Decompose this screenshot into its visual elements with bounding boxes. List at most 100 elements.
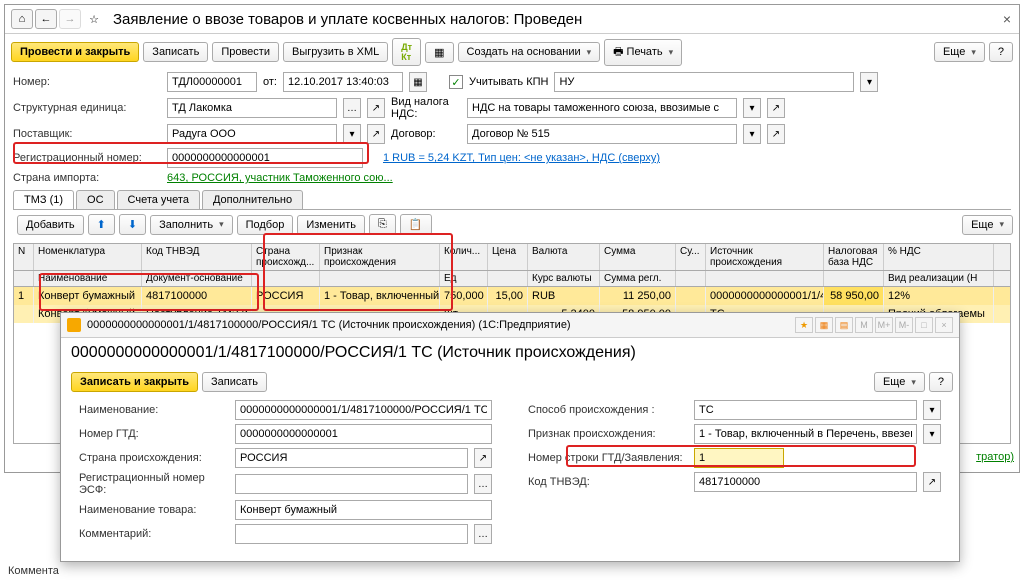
tab-additional[interactable]: Дополнительно (202, 190, 303, 209)
d-feature-input[interactable] (694, 424, 917, 444)
reg-input[interactable] (167, 148, 363, 168)
dialog-write-close[interactable]: Записать и закрыть (71, 372, 198, 392)
m-icon[interactable]: M (855, 317, 873, 333)
col-qty[interactable]: Колич... (440, 244, 488, 270)
close-button[interactable]: × (1003, 11, 1011, 27)
kpn-dropdown[interactable]: ▾ (860, 72, 878, 92)
org-open[interactable]: ↗ (367, 98, 385, 118)
back-button[interactable]: ← (35, 9, 57, 29)
date-input[interactable] (283, 72, 403, 92)
col-taxbase[interactable]: Налоговая база НДС (824, 244, 884, 270)
fav-icon[interactable]: ★ (795, 317, 813, 333)
col-nomen[interactable]: Номенклатура (34, 244, 142, 270)
kpn-input[interactable] (554, 72, 854, 92)
number-input[interactable] (167, 72, 257, 92)
home-button[interactable]: ⌂ (11, 9, 33, 29)
calc-icon[interactable]: ▤ (835, 317, 853, 333)
col-currency[interactable]: Валюта (528, 244, 600, 270)
dialog-write[interactable]: Записать (202, 372, 267, 392)
dtkt-button[interactable]: ДтКт (392, 38, 421, 66)
edit-button[interactable]: Изменить (297, 215, 365, 235)
vat-open[interactable]: ↗ (767, 98, 785, 118)
move-down-button[interactable]: ⬇ (119, 214, 146, 235)
copy-button[interactable]: ⎘ (369, 214, 396, 235)
table-row[interactable]: 1 Конверт бумажный 4817100000 РОССИЯ 1 -… (14, 287, 1010, 305)
d-name-input[interactable] (235, 400, 492, 420)
kpn-checkbox[interactable]: ✓ (449, 75, 463, 89)
add-row-button[interactable]: Добавить (17, 215, 84, 235)
contract-open[interactable]: ↗ (767, 124, 785, 144)
col-ed[interactable]: Ед (440, 271, 488, 286)
d-feature-drop[interactable]: ▾ (923, 424, 941, 444)
d-tnved-input[interactable] (694, 472, 917, 492)
dialog-close[interactable]: × (935, 317, 953, 333)
col-doc[interactable]: Документ-основание (142, 271, 252, 286)
d-gtd-input[interactable] (235, 424, 492, 444)
dialog-help[interactable]: ? (929, 372, 953, 392)
tab-os[interactable]: ОС (76, 190, 115, 209)
d-feature-label: Признак происхождения: (528, 428, 688, 440)
help-button[interactable]: ? (989, 42, 1013, 62)
paste-button[interactable]: 📋 (400, 214, 432, 235)
forward-button[interactable]: → (59, 9, 81, 29)
d-comment-select[interactable]: … (474, 524, 492, 544)
post-button[interactable]: Провести (212, 42, 279, 62)
col-sumreg[interactable]: Сумма регл. (600, 271, 676, 286)
move-up-button[interactable]: ⬆ (88, 214, 115, 235)
export-xml-button[interactable]: Выгрузить в XML (283, 42, 388, 62)
tab-tmz[interactable]: ТМЗ (1) (13, 190, 74, 209)
d-comment-input[interactable] (235, 524, 468, 544)
user-link[interactable]: тратор) (976, 451, 1014, 463)
col-saletype[interactable]: Вид реализации (Н (884, 271, 994, 286)
d-method-drop[interactable]: ▾ (923, 400, 941, 420)
d-method-input[interactable] (694, 400, 917, 420)
create-based-button[interactable]: Создать на основании (458, 42, 601, 62)
col-country[interactable]: Страна происхожд... (252, 244, 320, 270)
tool-icon[interactable]: ▦ (815, 317, 833, 333)
d-goods-input[interactable] (235, 500, 492, 520)
d-line-input[interactable] (694, 448, 784, 468)
mminus-icon[interactable]: M- (895, 317, 913, 333)
dialog-more[interactable]: Еще (874, 372, 925, 392)
write-button[interactable]: Записать (143, 42, 208, 62)
col-rate[interactable]: Курс валюты (528, 271, 600, 286)
contract-dropdown[interactable]: ▾ (743, 124, 761, 144)
d-esf-input[interactable] (235, 474, 468, 494)
d-country-input[interactable] (235, 448, 468, 468)
col-name2[interactable]: Наименование (34, 271, 142, 286)
report-button[interactable]: ▦ (425, 42, 453, 63)
import-country-link[interactable]: 643, РОССИЯ, участник Таможенного сою... (167, 172, 393, 184)
col-price[interactable]: Цена (488, 244, 528, 270)
col-n[interactable]: N (14, 244, 34, 270)
favorite-button[interactable]: ☆ (83, 9, 105, 29)
contract-input[interactable] (467, 124, 737, 144)
calendar-icon[interactable]: ▦ (409, 72, 427, 92)
supplier-input[interactable] (167, 124, 337, 144)
d-name-label: Наименование: (79, 404, 229, 416)
d-tnved-open[interactable]: ↗ (923, 472, 941, 492)
pick-button[interactable]: Подбор (237, 215, 294, 235)
col-feature[interactable]: Признак происхождения (320, 244, 440, 270)
col-sum[interactable]: Сумма (600, 244, 676, 270)
fill-button[interactable]: Заполнить (150, 215, 233, 235)
d-country-open[interactable]: ↗ (474, 448, 492, 468)
supplier-dropdown[interactable]: ▾ (343, 124, 361, 144)
rate-link[interactable]: 1 RUB = 5,24 KZT, Тип цен: <не указан>, … (383, 152, 660, 164)
org-input[interactable] (167, 98, 337, 118)
col-vatpct[interactable]: % НДС (884, 244, 994, 270)
tab-accounts[interactable]: Счета учета (117, 190, 200, 209)
print-button[interactable]: 🖶 Печать (604, 39, 682, 66)
d-esf-select[interactable]: … (474, 474, 492, 494)
supplier-open[interactable]: ↗ (367, 124, 385, 144)
more-button[interactable]: Еще (934, 42, 985, 62)
dialog-restore[interactable]: □ (915, 317, 933, 333)
grid-more-button[interactable]: Еще (962, 215, 1013, 235)
vat-dropdown[interactable]: ▾ (743, 98, 761, 118)
vat-type-input[interactable] (467, 98, 737, 118)
col-su[interactable]: Су... (676, 244, 706, 270)
post-and-close-button[interactable]: Провести и закрыть (11, 42, 139, 62)
mplus-icon[interactable]: M+ (875, 317, 893, 333)
org-select[interactable]: … (343, 98, 361, 118)
col-tnved[interactable]: Код ТНВЭД (142, 244, 252, 270)
col-src[interactable]: Источник происхождения (706, 244, 824, 270)
